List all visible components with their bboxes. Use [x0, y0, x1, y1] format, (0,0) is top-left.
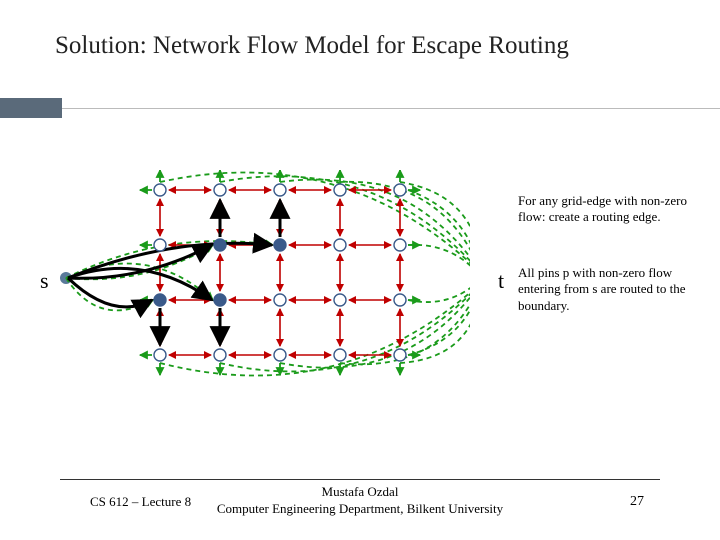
footer-affiliation: Computer Engineering Department, Bilkent… [217, 501, 503, 516]
grid-node [154, 239, 166, 251]
grid-node [274, 239, 286, 251]
caption-2: All pins p with non-zero flow entering f… [518, 265, 716, 314]
grid-node [394, 184, 406, 196]
flow-diagram [40, 170, 470, 420]
grid-node [214, 184, 226, 196]
grid-node [334, 349, 346, 361]
footer-center: Mustafa Ozdal Computer Engineering Depar… [0, 484, 720, 518]
sink-label: t [498, 268, 504, 294]
grid-node [334, 239, 346, 251]
grid-node [274, 294, 286, 306]
grid-node [154, 349, 166, 361]
grid-node [154, 184, 166, 196]
grid-node [334, 294, 346, 306]
grid-node [274, 349, 286, 361]
grid-node [394, 239, 406, 251]
footer-author: Mustafa Ozdal [322, 484, 399, 499]
page-number: 27 [630, 494, 644, 510]
grid-node [394, 349, 406, 361]
grid-node [394, 294, 406, 306]
caption-1: For any grid-edge with non-zero flow: cr… [518, 193, 716, 226]
grid-node [274, 184, 286, 196]
accent-bar [0, 98, 62, 118]
slide-title: Solution: Network Flow Model for Escape … [55, 32, 569, 60]
footer-rule [60, 479, 660, 480]
grid-node [154, 294, 166, 306]
grid-node [214, 294, 226, 306]
accent-line [62, 108, 720, 109]
grid-node [334, 184, 346, 196]
grid-node [214, 239, 226, 251]
grid-node [214, 349, 226, 361]
